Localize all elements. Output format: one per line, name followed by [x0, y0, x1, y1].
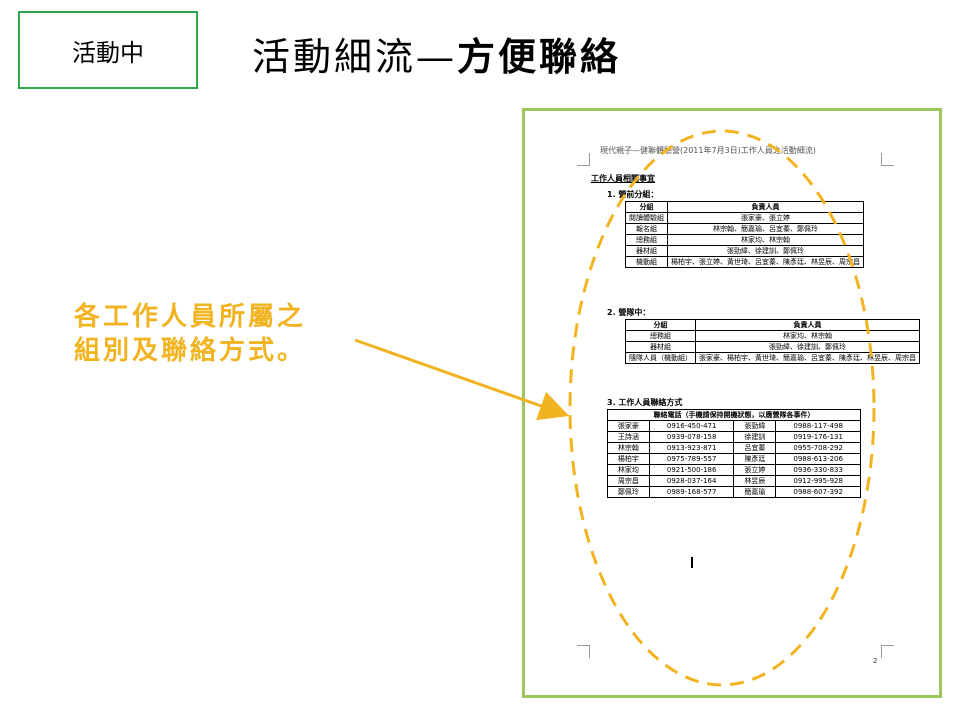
- t1-cell: 張勁緯、徐建訓、鄭佩玲: [667, 245, 864, 257]
- text-cursor: [691, 557, 693, 568]
- t3-cell: 張立婷: [733, 464, 777, 476]
- margin-corner-tr: [881, 153, 894, 166]
- t3-cell: 0928-037-164: [648, 475, 735, 487]
- document-page: 現代親子—健聯體驗營(2011年7月3日)工作人員之活動細流) 工作人員相關事宜…: [525, 111, 939, 695]
- part3-label: 3. 工作人員聯絡方式: [607, 398, 683, 407]
- t2-cell: 器材組: [625, 341, 696, 353]
- t3-cell: 徐建訓: [733, 431, 777, 443]
- table-row: 機動組 楊柏宇、張立婷、黃世琦、呂宜蓁、陳彥廷、林昱辰、周宗昌: [625, 256, 864, 268]
- t1-header-cell: 負責人員: [667, 201, 864, 213]
- t1-cell: 楊柏宇、張立婷、黃世琦、呂宜蓁、陳彥廷、林昱辰、周宗昌: [667, 256, 864, 268]
- t3-cell: 0919-176-131: [775, 431, 861, 443]
- t2-cell: 張勁緯、徐建訓、鄭佩玲: [695, 341, 920, 353]
- t3-cell: 周宗昌: [607, 475, 650, 487]
- callout-line2: 組別及聯絡方式。: [74, 336, 307, 366]
- table-row: 楊柏宇 0975-789-557 陳彥廷 0988-613-206: [607, 453, 861, 465]
- margin-corner-tl: [577, 153, 590, 166]
- t3-cell: 0988-613-206: [775, 453, 861, 465]
- t2-cell: 林家均、林宗翰: [695, 330, 920, 342]
- t3-cell: 簡嘉瑜: [733, 486, 777, 498]
- t3-cell: 王詩涵: [607, 431, 650, 443]
- t3-cell: 鄭佩玲: [607, 486, 650, 498]
- t1-cell: 報名組: [625, 223, 668, 235]
- t2-header-cell: 分組: [625, 319, 696, 331]
- table-during-camp: 分組 負責人員 總務組 林家均、林宗翰 器材組 張勁緯、徐建訓、鄭佩玲 隨隊人員（機動組）…: [625, 319, 920, 364]
- t3-cell: 0955-708-292: [775, 442, 861, 454]
- t3-cell: 0912-995-928: [775, 475, 861, 487]
- t1-cell: 林家均、林宗翰: [667, 234, 864, 246]
- t1-cell: 器材組: [625, 245, 668, 257]
- t1-cell: 總務組: [625, 234, 668, 246]
- t3-cell: 楊柏宇: [607, 453, 650, 465]
- t2-cell: 總務組: [625, 330, 696, 342]
- t3-cell: 0989-168-577: [648, 486, 735, 498]
- t3-cell: 張勁緯: [733, 420, 777, 432]
- table-row: 張家豪 0916-450-471 張勁緯 0988-117-498: [607, 420, 861, 432]
- margin-corner-br: [881, 645, 894, 658]
- t1-cell: 閱讀體驗組: [625, 212, 668, 224]
- t1-cell: 林宗翰、簡嘉瑜、呂宜蓁、鄭佩玲: [667, 223, 864, 235]
- part1-label: 1. 營前分組：: [607, 190, 659, 199]
- t3-cell: 0916-450-471: [648, 420, 735, 432]
- table-row: 林家均 0921-500-186 張立婷 0936-330-833: [607, 464, 861, 476]
- t3-cell: 0939-078-158: [648, 431, 735, 443]
- table-pre-camp: 分組 負責人員 閱讀體驗組 張家豪、張立婷 報名組 林宗翰、簡嘉瑜、呂宜蓁、鄭佩玲 總務組…: [625, 201, 864, 268]
- t2-cell: 隨隊人員（機動組）: [625, 352, 696, 364]
- callout-text: 各工作人員所屬之 組別及聯絡方式。: [74, 300, 306, 368]
- title-part2: 方便聯絡: [457, 34, 622, 79]
- callout-line1: 各工作人員所屬之: [74, 302, 307, 332]
- table-row: 總務組 林家均、林宗翰: [625, 330, 920, 342]
- table-row: 總務組 林家均、林宗翰: [625, 234, 864, 246]
- t3-cell: 林家均: [607, 464, 650, 476]
- t3-cell: 0921-500-186: [648, 464, 735, 476]
- t1-cell: 張家豪、張立婷: [667, 212, 864, 224]
- t3-cell: 陳彥廷: [733, 453, 777, 465]
- t1-cell: 機動組: [625, 256, 668, 268]
- table-row: 報名組 林宗翰、簡嘉瑜、呂宜蓁、鄭佩玲: [625, 223, 864, 235]
- t3-cell: 林昱辰: [733, 475, 777, 487]
- table-row: 林宗翰 0913-923-871 呂宜蓁 0955-708-292: [607, 442, 861, 454]
- table-row: 器材組 張勁緯、徐建訓、鄭佩玲: [625, 245, 864, 257]
- part2-label: 2. 營隊中：: [607, 308, 651, 317]
- table-row: 器材組 張勁緯、徐建訓、鄭佩玲: [625, 341, 920, 353]
- t3-cell: 呂宜蓁: [733, 442, 777, 454]
- t3-cell: 0913-923-871: [648, 442, 735, 454]
- margin-corner-bl: [577, 645, 590, 658]
- section-title: 工作人員相關事宜: [591, 174, 655, 183]
- t2-header-cell: 負責人員: [695, 319, 920, 331]
- status-tag: 活動中: [18, 11, 198, 89]
- document-header: 現代親子—健聯體驗營(2011年7月3日)工作人員之活動細流): [600, 146, 816, 155]
- page-number: 2: [873, 657, 878, 665]
- table-row: 鄭佩玲 0989-168-577 簡嘉瑜 0988-607-392: [607, 486, 861, 498]
- t3-cell: 0975-789-557: [648, 453, 735, 465]
- contacts-caption: 聯絡電話（手機請保持開機狀態，以應營隊各事件）: [607, 409, 861, 421]
- table-row: 王詩涵 0939-078-158 徐建訓 0919-176-131: [607, 431, 861, 443]
- t3-cell: 0988-607-392: [775, 486, 861, 498]
- t3-cell: 張家豪: [607, 420, 650, 432]
- page-title: 活動細流—方便聯絡: [252, 26, 621, 81]
- t1-header-cell: 分組: [625, 201, 668, 213]
- title-part1: 活動細流—: [252, 35, 458, 79]
- t3-cell: 0936-330-833: [775, 464, 861, 476]
- table-row: 隨隊人員（機動組） 張家豪、楊柏宇、黃世琦、簡嘉瑜、呂宜蓁、陳彥廷、林昱辰、周宗昌: [625, 352, 920, 364]
- t3-cell: 林宗翰: [607, 442, 650, 454]
- document-preview-frame: 現代親子—健聯體驗營(2011年7月3日)工作人員之活動細流) 工作人員相關事宜…: [522, 108, 942, 698]
- table-row: 閱讀體驗組 張家豪、張立婷: [625, 212, 864, 224]
- t2-cell: 張家豪、楊柏宇、黃世琦、簡嘉瑜、呂宜蓁、陳彥廷、林昱辰、周宗昌: [695, 352, 920, 364]
- table-row: 周宗昌 0928-037-164 林昱辰 0912-995-928: [607, 475, 861, 487]
- t3-cell: 0988-117-498: [775, 420, 861, 432]
- table-contacts: 聯絡電話（手機請保持開機狀態，以應營隊各事件） 張家豪 0916-450-471 張…: [607, 409, 861, 498]
